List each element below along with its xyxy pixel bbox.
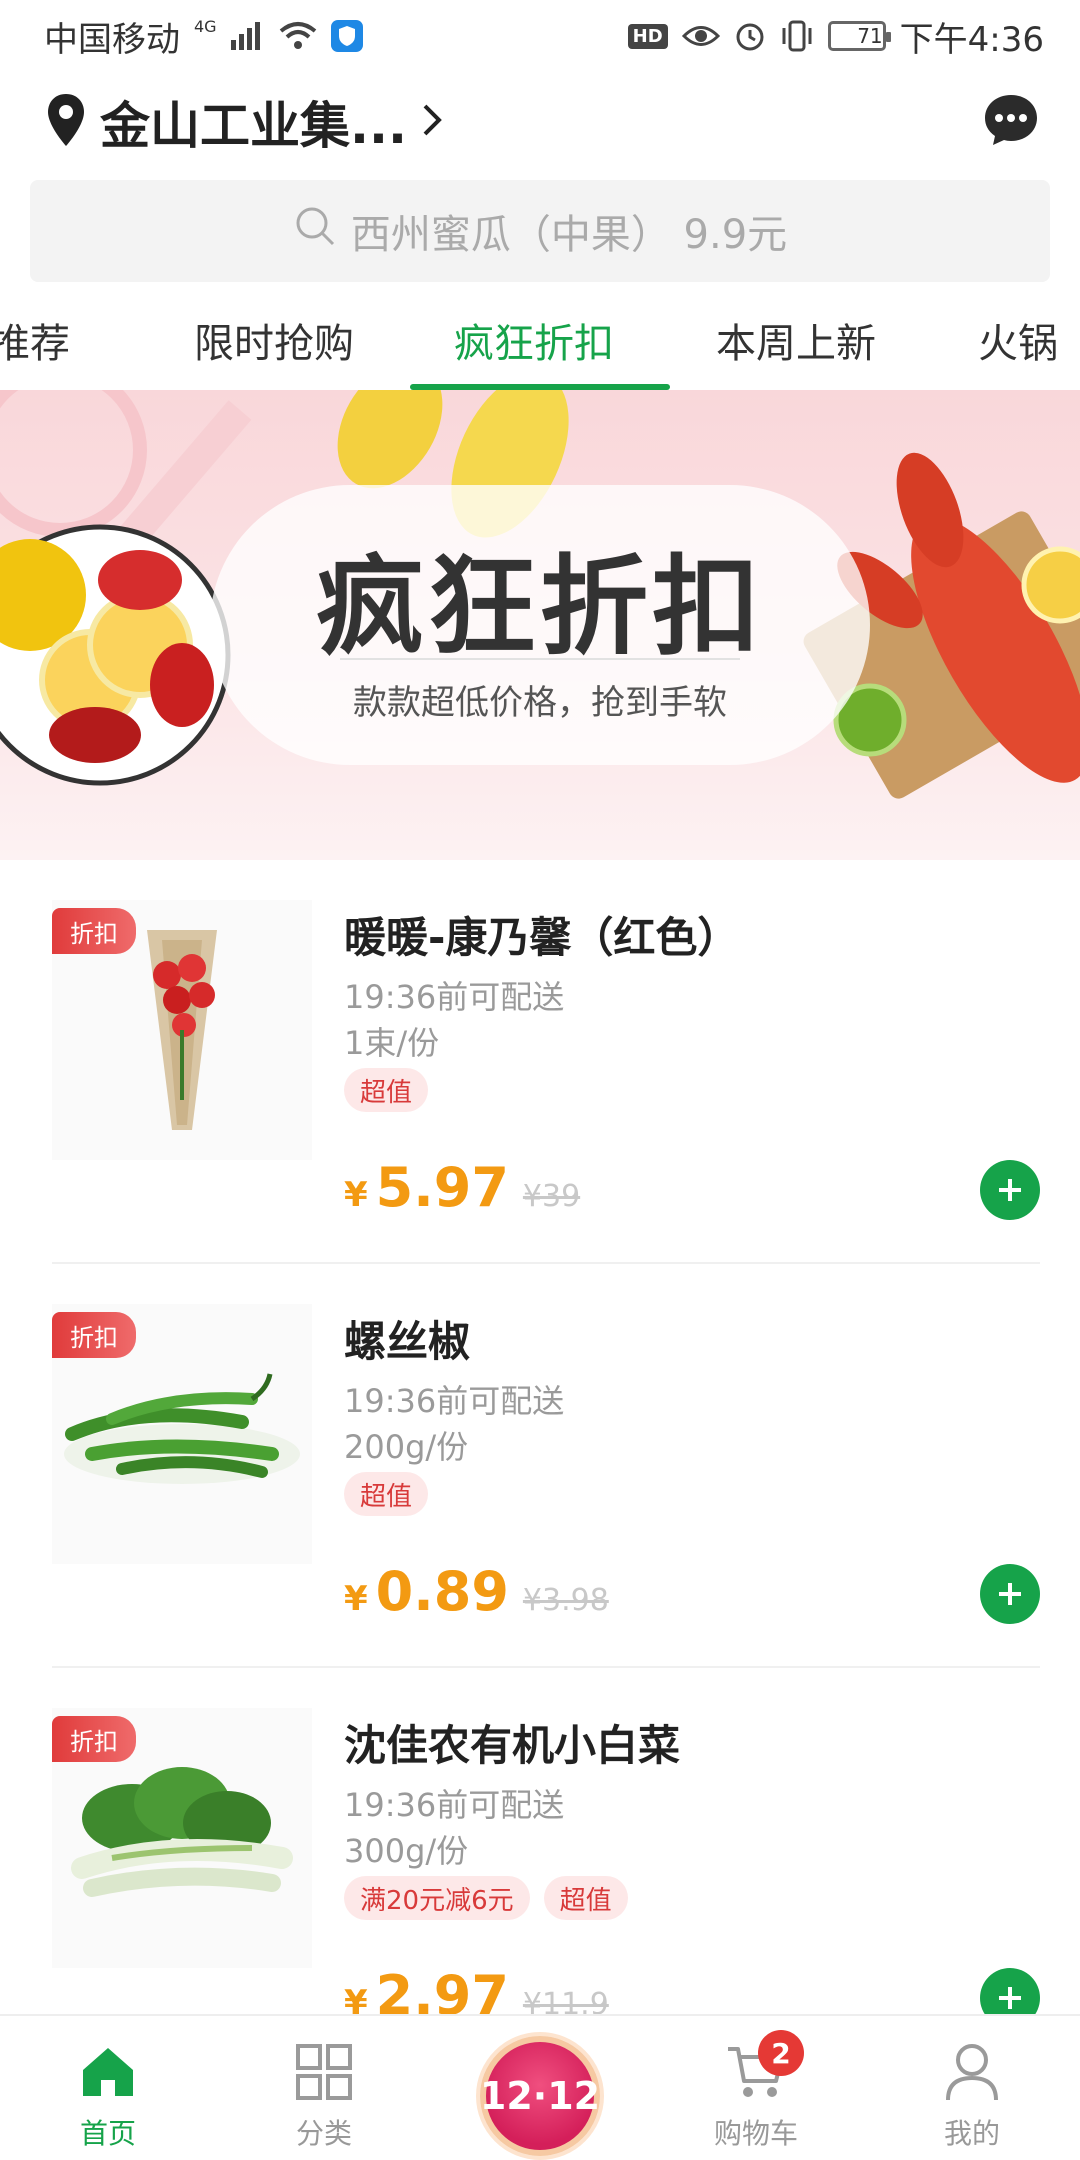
nav-label: 我的 xyxy=(943,2117,1000,2150)
tab-label: 推荐 xyxy=(0,321,70,367)
product-spec: 200g/份 xyxy=(344,1428,469,1466)
status-bar: 中国移动 4G HD 71 下午4:36 xyxy=(0,0,1080,72)
product-card[interactable]: 折扣 暖暖-康乃馨（红色） 19:36前可配送 1束/份 超值 ¥ 5.97 ¥… xyxy=(0,860,1080,1264)
eye-icon xyxy=(681,23,720,49)
battery-level: 71 xyxy=(857,24,883,48)
price-block: ¥ 5.97 ¥39 xyxy=(344,1156,580,1219)
plus-icon xyxy=(999,1987,1021,2009)
delivery-time: 19:36前可配送 xyxy=(344,978,565,1016)
network-icon: 4G xyxy=(194,16,217,36)
tab-new-this-week[interactable]: 本周上新 xyxy=(716,290,876,390)
signal-icon xyxy=(230,22,265,50)
plus-icon xyxy=(999,1179,1021,1201)
hd-icon: HD xyxy=(627,23,668,49)
location-header: 金山工业集... xyxy=(0,72,1080,172)
nav-label: 购物车 xyxy=(713,2117,798,2150)
banner-divider xyxy=(340,658,740,660)
grid-icon xyxy=(292,2040,356,2104)
currency-symbol: ¥ xyxy=(344,1175,368,1215)
value-tag: 超值 xyxy=(344,1068,429,1112)
alarm-icon xyxy=(734,20,766,52)
cart-count-badge: 2 xyxy=(758,2030,804,2076)
promo-tag: 满20元减6元 xyxy=(344,1876,530,1920)
nav-home[interactable]: 首页 xyxy=(0,2016,216,2160)
user-icon xyxy=(940,2040,1004,2104)
promo-1212-icon: 12·12 xyxy=(479,2074,601,2118)
promo-1212-button[interactable]: 12·12 xyxy=(480,2036,600,2156)
home-icon xyxy=(76,2040,140,2104)
location-name: 金山工业集... xyxy=(100,97,407,155)
battery-icon: 71 xyxy=(827,21,891,51)
tab-label: 疯狂折扣 xyxy=(454,321,614,367)
product-name[interactable]: 螺丝椒 xyxy=(344,1308,470,1369)
vibrate-icon xyxy=(780,20,814,52)
delivery-time: 19:36前可配送 xyxy=(344,1786,565,1824)
plus-icon xyxy=(999,1583,1021,1605)
tab-label: 火锅 xyxy=(978,321,1058,367)
sale-price: 0.89 xyxy=(375,1560,509,1623)
value-tag: 超值 xyxy=(543,1876,628,1920)
search-icon xyxy=(293,204,337,258)
discount-badge: 折扣 xyxy=(52,908,136,954)
search-bar[interactable]: 西州蜜瓜（中果） 9.9元 xyxy=(30,180,1050,282)
nav-label: 首页 xyxy=(79,2117,136,2150)
banner-title: 疯狂折扣 xyxy=(315,545,764,670)
tab-label: 本周上新 xyxy=(716,321,876,367)
promo-banner[interactable]: 疯狂折扣 款款超低价格，抢到手软 xyxy=(0,390,1080,860)
original-price: ¥39 xyxy=(522,1179,581,1214)
tab-crazy-discount[interactable]: 疯狂折扣 xyxy=(454,290,614,390)
banner-subtitle: 款款超低价格，抢到手软 xyxy=(353,683,727,723)
map-pin-icon xyxy=(46,92,86,152)
search-placeholder: 西州蜜瓜（中果） 9.9元 xyxy=(350,212,788,258)
shield-icon xyxy=(330,20,363,52)
discount-badge: 折扣 xyxy=(52,1716,136,1762)
tab-hotpot[interactable]: 火锅 xyxy=(978,290,1058,390)
category-tabs: 推荐 限时抢购 疯狂折扣 本周上新 火锅 xyxy=(0,290,1080,390)
product-name[interactable]: 沈佳农有机小白菜 xyxy=(344,1712,680,1773)
delivery-time: 19:36前可配送 xyxy=(344,1382,565,1420)
wifi-icon xyxy=(279,21,317,51)
discount-badge: 折扣 xyxy=(52,1312,136,1358)
nav-category[interactable]: 分类 xyxy=(216,2016,432,2160)
product-tags: 满20元减6元 超值 xyxy=(344,1876,628,1920)
original-price: ¥3.98 xyxy=(522,1583,609,1618)
nav-cart[interactable]: 购物车 xyxy=(648,2016,864,2160)
add-to-cart-button[interactable] xyxy=(980,1564,1040,1624)
chat-bubble-icon xyxy=(983,93,1039,151)
chevron-right-icon xyxy=(421,102,443,142)
nav-profile[interactable]: 我的 xyxy=(864,2016,1080,2160)
currency-symbol: ¥ xyxy=(344,1579,368,1619)
tab-flash-sale[interactable]: 限时抢购 xyxy=(194,290,354,390)
add-to-cart-button[interactable] xyxy=(980,1160,1040,1220)
tab-recommend[interactable]: 推荐 xyxy=(0,290,70,390)
message-button[interactable] xyxy=(982,93,1040,151)
product-spec: 1束/份 xyxy=(344,1024,440,1062)
tab-label: 限时抢购 xyxy=(194,321,354,367)
product-name[interactable]: 暖暖-康乃馨（红色） xyxy=(344,904,739,965)
product-spec: 300g/份 xyxy=(344,1832,469,1870)
carrier-label: 中国移动 xyxy=(44,19,180,60)
product-tags: 超值 xyxy=(344,1472,429,1516)
product-card[interactable]: 折扣 沈佳农有机小白菜 19:36前可配送 300g/份 满20元减6元 超值 … xyxy=(0,1668,1080,2072)
product-tags: 超值 xyxy=(344,1068,429,1112)
location-selector[interactable]: 金山工业集... xyxy=(46,86,443,158)
sale-price: 5.97 xyxy=(375,1156,509,1219)
nav-label: 分类 xyxy=(295,2117,352,2150)
clock-time: 下午4:36 xyxy=(899,19,1044,60)
value-tag: 超值 xyxy=(344,1472,429,1516)
product-card[interactable]: 折扣 螺丝椒 19:36前可配送 200g/份 超值 ¥ 0.89 ¥3.98 xyxy=(0,1264,1080,1668)
price-block: ¥ 0.89 ¥3.98 xyxy=(344,1560,609,1623)
